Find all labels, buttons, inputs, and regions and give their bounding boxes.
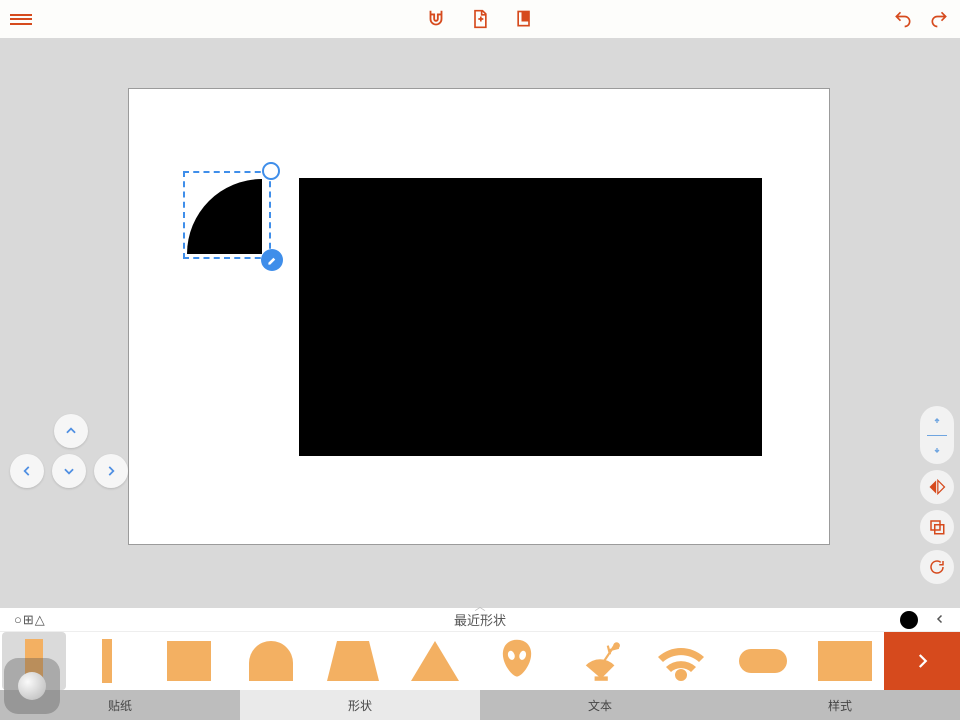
page-prev-button[interactable] [10, 454, 44, 488]
undo-icon [892, 9, 914, 29]
wifi-icon [656, 641, 706, 681]
chevron-down-icon [62, 464, 76, 478]
object-tools [920, 406, 954, 624]
flip-horizontal-icon [927, 477, 947, 497]
page[interactable] [128, 88, 830, 545]
menu-icon [10, 11, 32, 27]
assistive-touch-dot [18, 672, 46, 700]
page-navigator [10, 454, 128, 488]
shape-option-triangle[interactable] [394, 632, 476, 690]
shape-option-wifi[interactable] [640, 632, 722, 690]
flip-tool[interactable] [920, 406, 954, 464]
magnet-icon [425, 8, 447, 30]
undo-button[interactable] [890, 6, 916, 32]
flip-vertical-icon [929, 417, 945, 433]
satellite-icon [576, 639, 622, 683]
fill-swatch[interactable] [900, 611, 918, 629]
rotate-icon [928, 558, 946, 576]
rotate-button[interactable] [920, 550, 954, 584]
duplicate-button[interactable] [920, 510, 954, 544]
tab-shape[interactable]: 形状 [240, 690, 480, 720]
redo-button[interactable] [926, 6, 952, 32]
new-page-icon [470, 8, 490, 30]
chevron-left-icon [934, 613, 946, 625]
shape-option-trapezoid[interactable] [312, 632, 394, 690]
shape-rectangle[interactable] [299, 178, 762, 456]
paste-page-button[interactable] [511, 6, 537, 32]
shape-option-square[interactable] [148, 632, 230, 690]
duplicate-icon [928, 518, 946, 536]
shape-option-alien[interactable] [476, 632, 558, 690]
shape-option-rect[interactable] [804, 632, 886, 690]
chevron-right-icon [913, 652, 931, 670]
pencil-icon [267, 255, 278, 266]
selected-shape[interactable] [183, 171, 271, 259]
chevron-right-icon [104, 464, 118, 478]
page-next-button[interactable] [94, 454, 128, 488]
mode-indicator[interactable]: ○⊞△ [14, 612, 46, 628]
tab-style[interactable]: 样式 [720, 690, 960, 720]
page-up-button[interactable] [54, 414, 88, 448]
chevron-left-icon [20, 464, 34, 478]
tab-text[interactable]: 文本 [480, 690, 720, 720]
canvas-area[interactable] [0, 38, 960, 608]
snap-button[interactable] [423, 6, 449, 32]
shape-option-pill[interactable] [722, 632, 804, 690]
triangle-icon [411, 641, 459, 681]
paste-page-icon [514, 8, 534, 30]
rotate-handle[interactable] [262, 162, 280, 180]
trapezoid-icon [327, 641, 379, 681]
new-page-button[interactable] [467, 6, 493, 32]
shape-panel: ︿ ○⊞△ 最近形状 贴纸 形状 文本 样式 [0, 608, 960, 720]
alien-icon [500, 639, 534, 683]
panel-grip[interactable]: ︿ [475, 604, 486, 610]
panel-tabs: 贴纸 形状 文本 样式 [0, 690, 960, 720]
flip-vertical-down-icon [929, 438, 945, 454]
shape-option-arch[interactable] [230, 632, 312, 690]
chevron-up-icon [64, 424, 78, 438]
shape-option-bar[interactable] [66, 632, 148, 690]
edit-handle[interactable] [261, 249, 283, 271]
redo-icon [928, 9, 950, 29]
selection-outline [183, 171, 271, 259]
flip-horizontal-button[interactable] [920, 470, 954, 504]
panel-collapse-button[interactable] [934, 612, 946, 628]
menu-button[interactable] [8, 6, 34, 32]
panel-header: ︿ ○⊞△ 最近形状 [0, 608, 960, 632]
assistive-touch[interactable] [4, 658, 60, 714]
shape-palette [0, 632, 960, 690]
top-toolbar [0, 0, 960, 38]
shapes-next-button[interactable] [884, 632, 960, 690]
page-down-button[interactable] [52, 454, 86, 488]
shape-option-satellite[interactable] [558, 632, 640, 690]
